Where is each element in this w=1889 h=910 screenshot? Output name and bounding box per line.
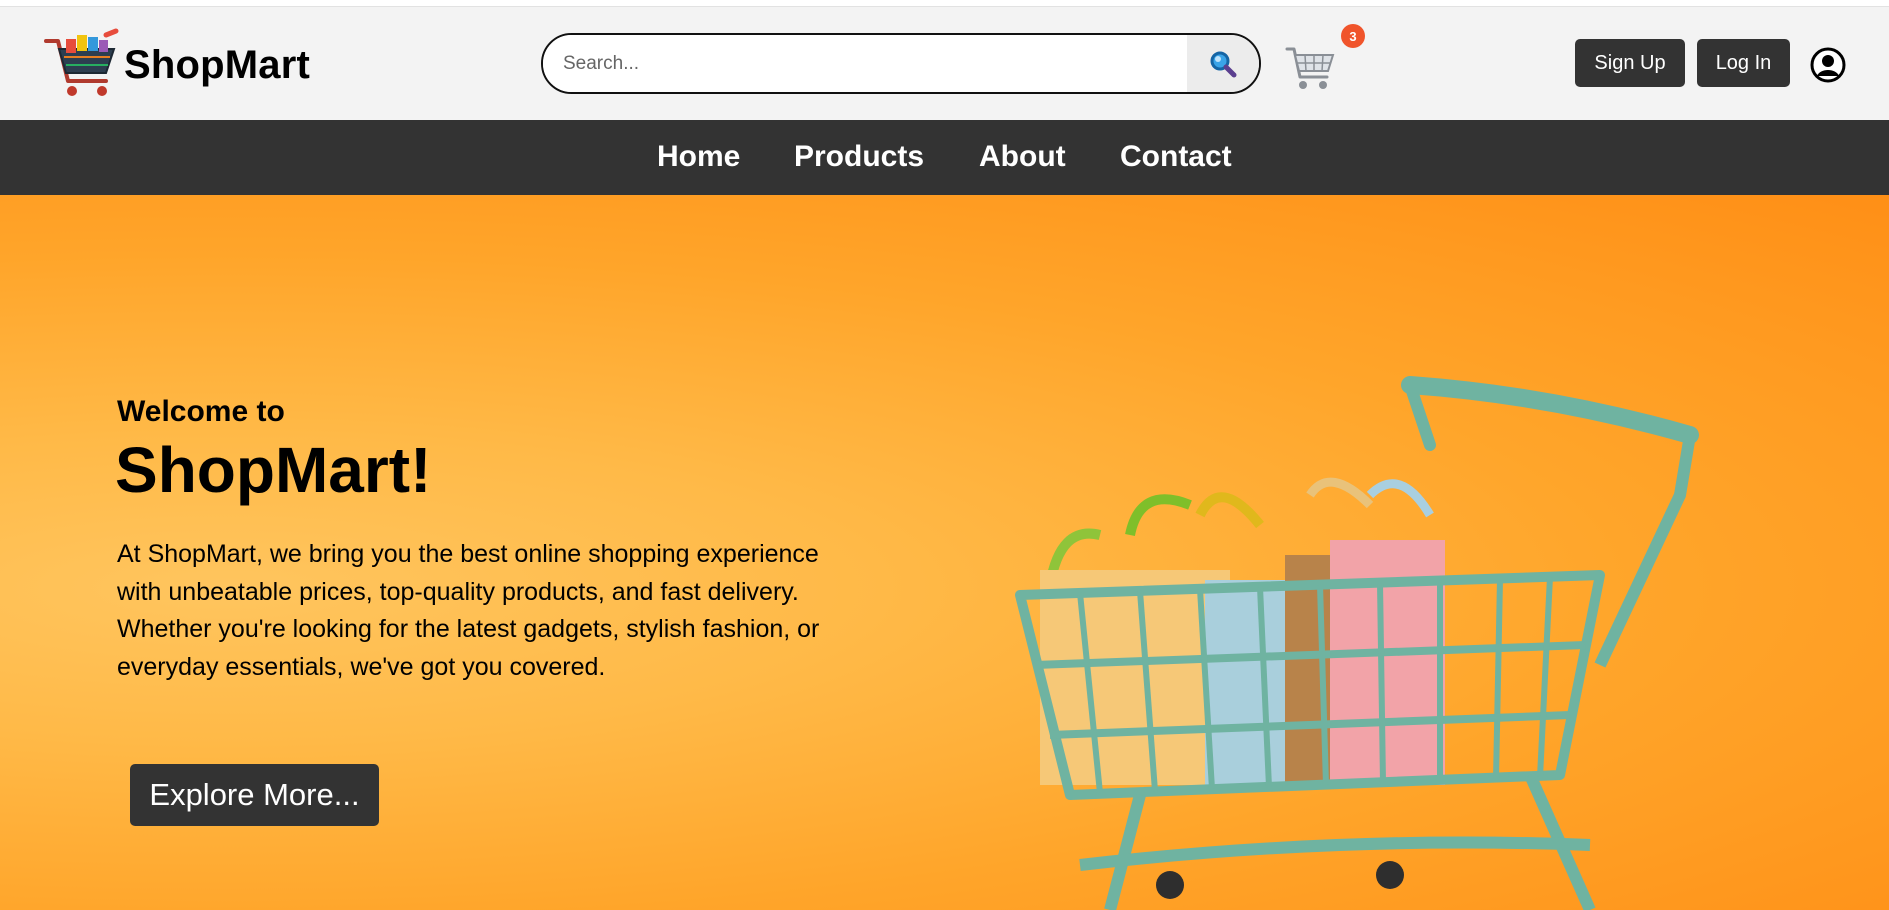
hero-title: ShopMart!	[115, 434, 432, 506]
nav-home[interactable]: Home	[657, 140, 740, 174]
logo[interactable]: ShopMart	[44, 27, 310, 103]
search-button[interactable]	[1187, 35, 1259, 92]
user-circle-icon[interactable]	[1810, 47, 1846, 83]
sign-up-button[interactable]: Sign Up	[1575, 39, 1685, 87]
main-nav: Home Products About Contact	[0, 120, 1889, 195]
explore-more-button[interactable]: Explore More...	[130, 764, 379, 826]
log-in-button[interactable]: Log In	[1697, 39, 1790, 87]
hero-section: Welcome to ShopMart! At ShopMart, we bri…	[0, 195, 1889, 910]
nav-contact[interactable]: Contact	[1120, 140, 1232, 174]
shopping-cart-with-bags-image	[1015, 376, 1699, 910]
hero-welcome: Welcome to	[117, 395, 285, 428]
cart-count-badge: 3	[1341, 24, 1365, 48]
magnifier-icon	[1210, 51, 1237, 77]
shopping-cart-logo-icon	[44, 28, 119, 96]
top-border	[0, 0, 1889, 7]
nav-about[interactable]: About	[979, 140, 1066, 174]
search-bar	[541, 33, 1261, 94]
site-header: ShopMart 3 Sign Up Log In	[0, 7, 1889, 120]
nav-products[interactable]: Products	[794, 140, 924, 174]
hero-description: At ShopMart, we bring you the best onlin…	[117, 540, 820, 681]
shopping-cart-icon[interactable]	[1285, 43, 1335, 91]
search-input[interactable]	[543, 35, 1189, 92]
brand-name: ShopMart	[124, 42, 311, 87]
